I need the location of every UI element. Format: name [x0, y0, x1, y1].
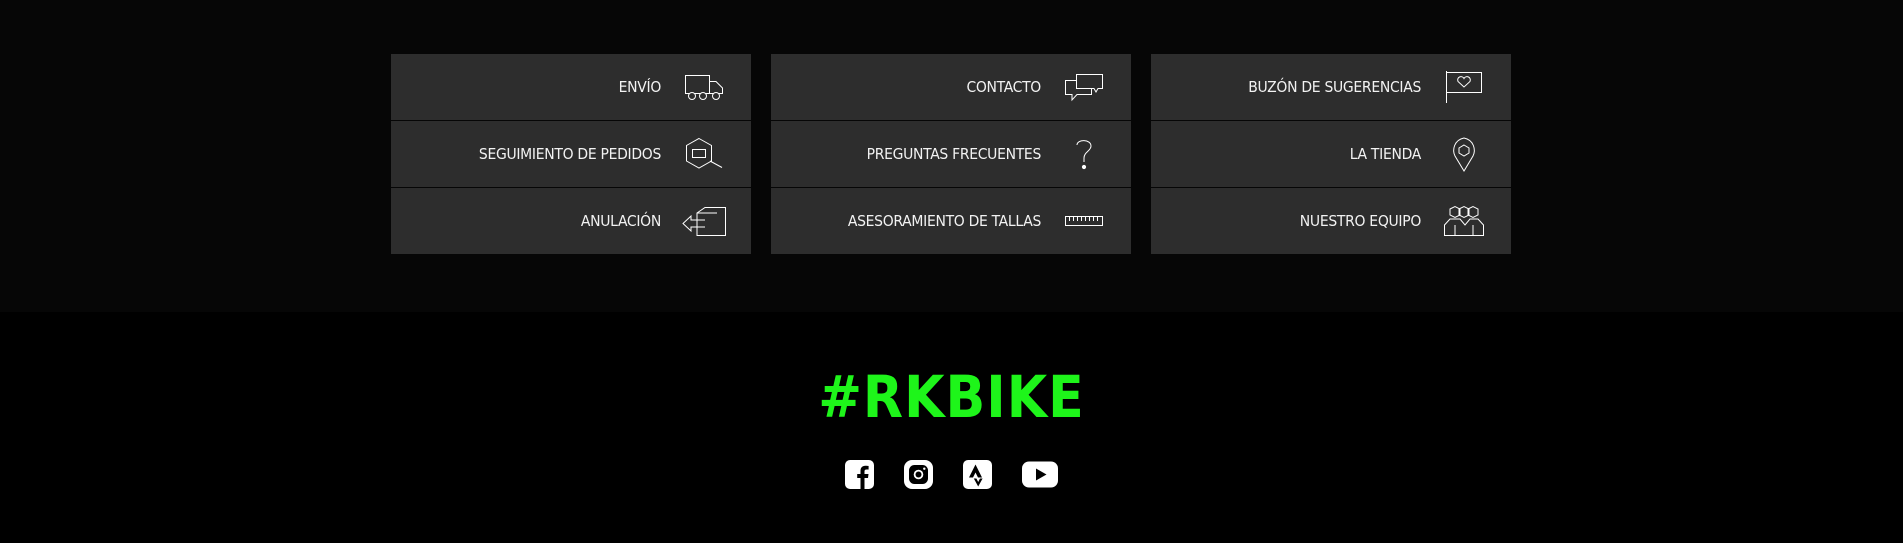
link-la-tienda[interactable]: LA TIENDA [1151, 121, 1511, 187]
link-asesoramiento-tallas-label: ASESORAMIENTO DE TALLAS [847, 212, 1041, 230]
link-anulacion-label: ANULACIÓN [580, 212, 661, 230]
brand-hashtag[interactable]: #RKBIKE [0, 366, 1903, 428]
heart-flag-icon [1441, 69, 1487, 105]
facebook-icon[interactable] [845, 460, 874, 489]
instagram-icon[interactable] [904, 460, 933, 489]
link-nuestro-equipo-label: NUESTRO EQUIPO [1299, 212, 1422, 230]
youtube-icon[interactable] [1022, 460, 1058, 489]
location-pin-icon [1441, 136, 1487, 172]
ruler-icon [1061, 203, 1107, 239]
link-asesoramiento-tallas[interactable]: ASESORAMIENTO DE TALLAS [771, 188, 1131, 254]
link-nuestro-equipo[interactable]: NUESTRO EQUIPO [1151, 188, 1511, 254]
delivery-truck-icon [681, 69, 727, 105]
link-seguimiento-pedidos-label: SEGUIMIENTO DE PEDIDOS [478, 145, 661, 163]
strava-icon[interactable] [963, 460, 992, 489]
package-search-icon [681, 136, 727, 172]
link-envio-label: ENVÍO [618, 78, 662, 96]
link-buzon-sugerencias-label: BUZÓN DE SUGERENCIAS [1248, 78, 1421, 96]
chat-bubbles-icon [1061, 69, 1107, 105]
team-icon [1441, 203, 1487, 239]
link-buzon-sugerencias[interactable]: BUZÓN DE SUGERENCIAS [1151, 54, 1511, 120]
link-preguntas-frecuentes-label: PREGUNTAS FRECUENTES [866, 145, 1042, 163]
question-mark-icon [1061, 136, 1107, 172]
link-contacto-label: CONTACTO [966, 78, 1041, 96]
link-envio[interactable]: ENVÍO [391, 54, 751, 120]
link-seguimiento-pedidos[interactable]: SEGUIMIENTO DE PEDIDOS [391, 121, 751, 187]
return-box-icon [681, 203, 727, 239]
help-links-section: ENVÍO CONTACTO BUZÓN DE SUGERENCIAS SEGU… [0, 0, 1903, 312]
social-links [0, 460, 1903, 489]
help-links-grid: ENVÍO CONTACTO BUZÓN DE SUGERENCIAS SEGU… [391, 54, 1513, 254]
link-la-tienda-label: LA TIENDA [1349, 145, 1422, 163]
link-anulacion[interactable]: ANULACIÓN [391, 188, 751, 254]
link-preguntas-frecuentes[interactable]: PREGUNTAS FRECUENTES [771, 121, 1131, 187]
link-contacto[interactable]: CONTACTO [771, 54, 1131, 120]
footer: #RKBIKE [0, 312, 1903, 543]
